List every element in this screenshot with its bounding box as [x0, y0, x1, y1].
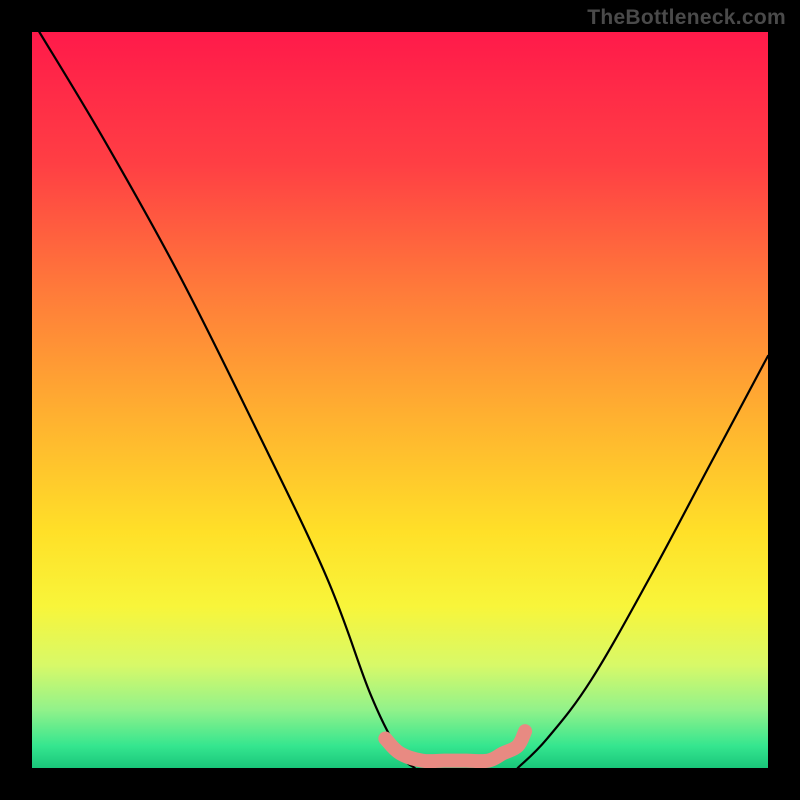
- chart-curves: [32, 32, 768, 768]
- right-curve: [518, 356, 768, 768]
- chart-plot-area: [32, 32, 768, 768]
- watermark: TheBottleneck.com: [587, 6, 786, 30]
- valley-pink: [385, 731, 525, 761]
- left-curve: [39, 32, 414, 768]
